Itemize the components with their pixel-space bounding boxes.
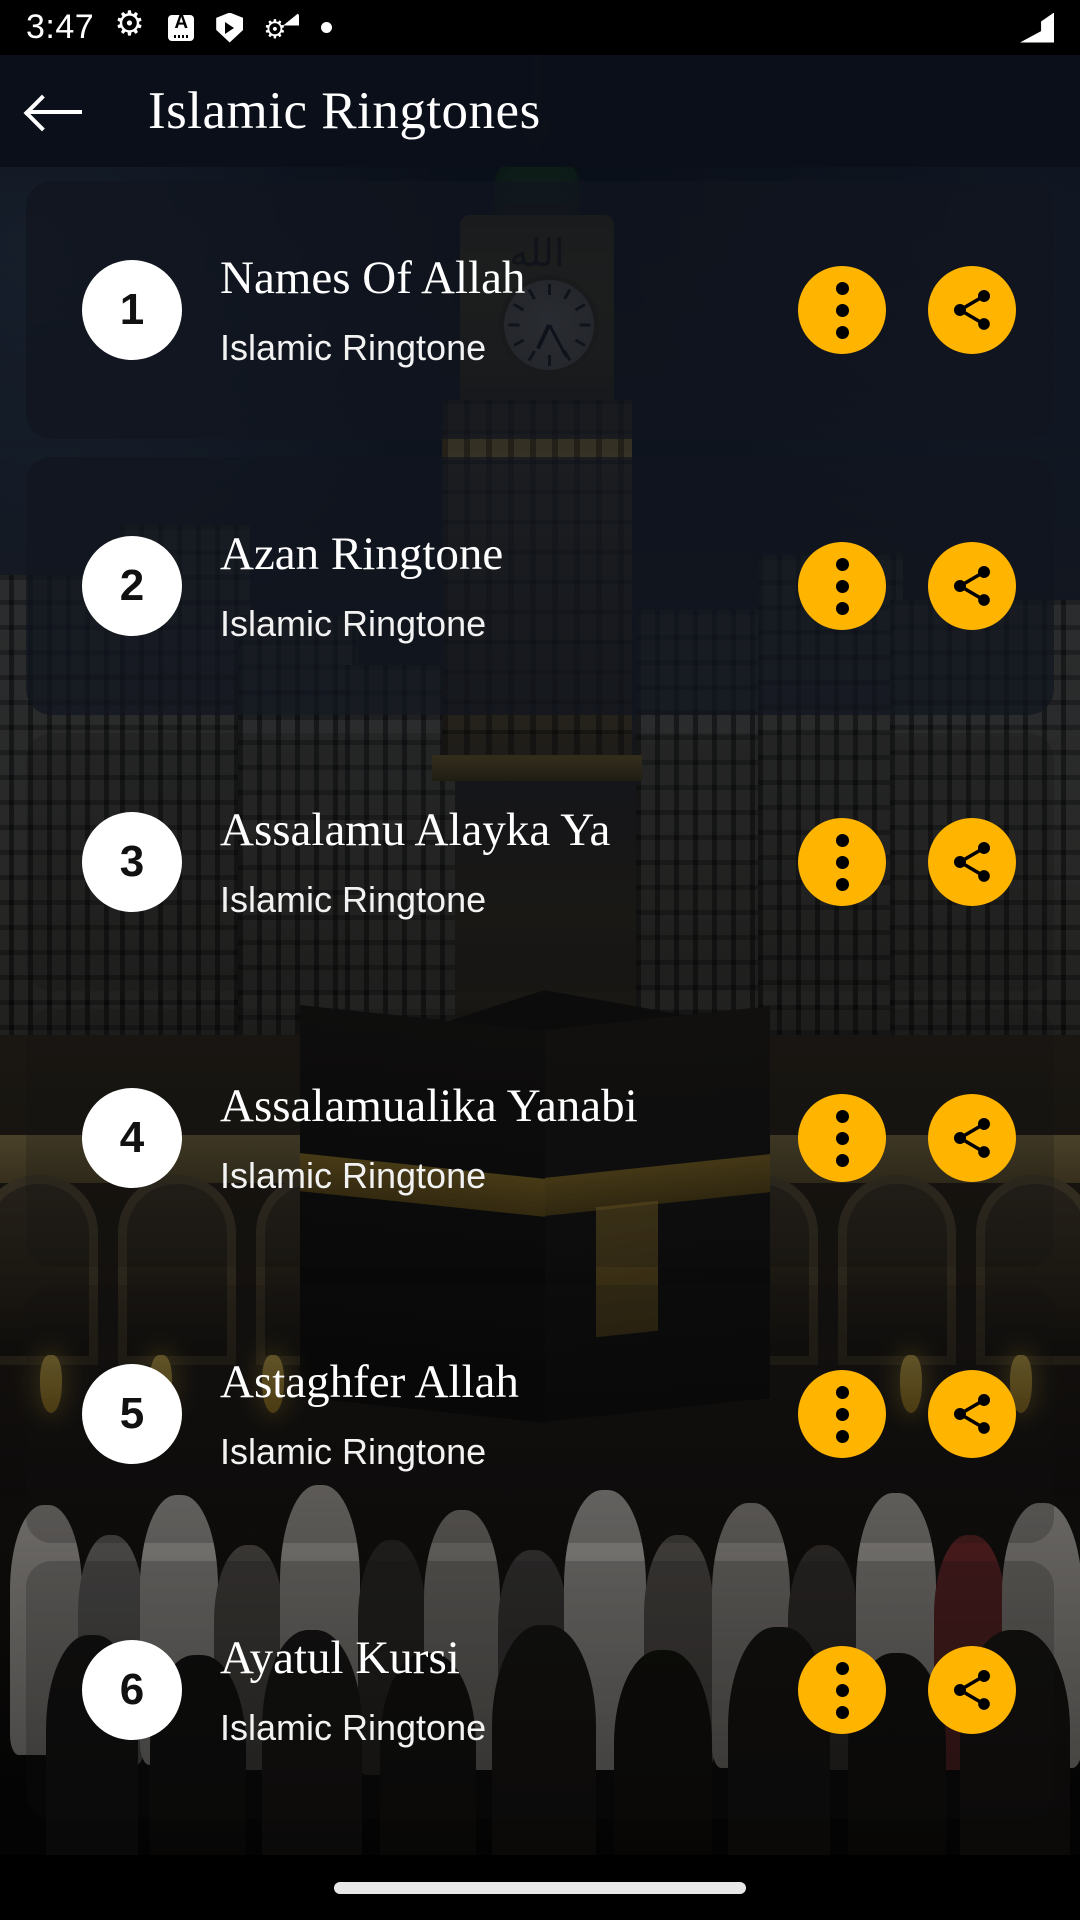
item-subtitle: Islamic Ringtone bbox=[220, 327, 487, 368]
gesture-home-pill[interactable] bbox=[334, 1881, 746, 1894]
item-title: Astaghfer Allah bbox=[220, 1356, 519, 1408]
share-icon bbox=[954, 290, 990, 330]
status-clock: 3:47 bbox=[26, 8, 95, 46]
item-number: 4 bbox=[119, 1113, 145, 1162]
item-title: Ayatul Kursi bbox=[220, 1632, 460, 1684]
share-button[interactable] bbox=[928, 266, 1016, 354]
list-item[interactable]: 5 Astaghfer Allah Islamic Ringtone bbox=[26, 1285, 1054, 1543]
more-vertical-icon bbox=[835, 1385, 849, 1443]
item-actions bbox=[798, 818, 1016, 906]
item-number-badge: 3 bbox=[82, 812, 182, 912]
share-icon bbox=[954, 566, 990, 606]
item-texts: Names Of Allah Islamic Ringtone bbox=[220, 251, 798, 369]
item-title: Azan Ringtone bbox=[220, 528, 504, 580]
item-number-badge: 2 bbox=[82, 536, 182, 636]
item-number: 1 bbox=[119, 285, 145, 334]
share-button[interactable] bbox=[928, 1094, 1016, 1182]
item-title: Assalamu Alayka Ya bbox=[220, 804, 611, 856]
share-icon bbox=[954, 1394, 990, 1434]
item-subtitle: Islamic Ringtone bbox=[220, 1707, 487, 1748]
item-texts: Assalamualika Yanabi Islamic Ringtone bbox=[220, 1079, 798, 1197]
more-options-button[interactable] bbox=[798, 818, 886, 906]
item-title: Assalamualika Yanabi bbox=[220, 1080, 638, 1132]
share-icon bbox=[954, 842, 990, 882]
more-options-button[interactable] bbox=[798, 542, 886, 630]
item-actions bbox=[798, 1646, 1016, 1734]
more-vertical-icon bbox=[835, 281, 849, 339]
list-item[interactable]: 3 Assalamu Alayka Ya Islamic Ringtone bbox=[26, 733, 1054, 991]
a-subtitles-icon bbox=[168, 12, 195, 41]
item-number-badge: 6 bbox=[82, 1640, 182, 1740]
item-texts: Astaghfer Allah Islamic Ringtone bbox=[220, 1355, 798, 1473]
signal-strength-icon bbox=[1020, 12, 1054, 43]
status-bar: 3:47 bbox=[0, 0, 1080, 55]
arrow-left-icon bbox=[28, 94, 82, 128]
item-number: 5 bbox=[119, 1389, 145, 1438]
share-button[interactable] bbox=[928, 542, 1016, 630]
more-options-button[interactable] bbox=[798, 266, 886, 354]
app-bar: Islamic Ringtones bbox=[0, 55, 1080, 167]
more-options-button[interactable] bbox=[798, 1094, 886, 1182]
dot-icon bbox=[321, 22, 333, 33]
more-vertical-icon bbox=[835, 557, 849, 615]
item-subtitle: Islamic Ringtone bbox=[220, 1431, 487, 1472]
page-title: Islamic Ringtones bbox=[148, 82, 541, 140]
item-texts: Azan Ringtone Islamic Ringtone bbox=[220, 527, 798, 645]
item-subtitle: Islamic Ringtone bbox=[220, 1155, 487, 1196]
item-number-badge: 1 bbox=[82, 260, 182, 360]
list-item[interactable]: 6 Ayatul Kursi Islamic Ringtone bbox=[26, 1561, 1054, 1819]
list-item[interactable]: 4 Assalamualika Yanabi Islamic Ringtone bbox=[26, 1009, 1054, 1267]
share-icon bbox=[954, 1670, 990, 1710]
item-subtitle: Islamic Ringtone bbox=[220, 603, 487, 644]
item-actions bbox=[798, 266, 1016, 354]
more-vertical-icon bbox=[835, 1109, 849, 1167]
item-actions bbox=[798, 542, 1016, 630]
share-button[interactable] bbox=[928, 818, 1016, 906]
share-button[interactable] bbox=[928, 1370, 1016, 1458]
item-number: 2 bbox=[119, 561, 145, 610]
more-options-button[interactable] bbox=[798, 1370, 886, 1458]
system-navigation-bar bbox=[0, 1855, 1080, 1920]
share-icon bbox=[954, 1118, 990, 1158]
app-screen: الله bbox=[0, 0, 1080, 1920]
item-texts: Ayatul Kursi Islamic Ringtone bbox=[220, 1631, 798, 1749]
share-button[interactable] bbox=[928, 1646, 1016, 1734]
more-vertical-icon bbox=[835, 1661, 849, 1719]
item-number-badge: 4 bbox=[82, 1088, 182, 1188]
item-number: 3 bbox=[119, 837, 145, 886]
item-actions bbox=[798, 1370, 1016, 1458]
more-options-button[interactable] bbox=[798, 1646, 886, 1734]
shield-play-icon bbox=[216, 12, 244, 43]
item-texts: Assalamu Alayka Ya Islamic Ringtone bbox=[220, 803, 798, 921]
list-item[interactable]: 1 Names Of Allah Islamic Ringtone bbox=[26, 181, 1054, 439]
gear-wifi-icon bbox=[263, 13, 299, 45]
item-number: 6 bbox=[119, 1665, 145, 1714]
list-item[interactable]: 2 Azan Ringtone Islamic Ringtone bbox=[26, 457, 1054, 715]
gear-icon bbox=[114, 9, 146, 43]
ringtone-list: 1 Names Of Allah Islamic Ringtone 2 Azan… bbox=[0, 167, 1080, 1855]
back-button[interactable] bbox=[0, 55, 110, 167]
item-number-badge: 5 bbox=[82, 1364, 182, 1464]
status-left-icons bbox=[114, 9, 333, 45]
item-title: Names Of Allah bbox=[220, 252, 526, 304]
item-actions bbox=[798, 1094, 1016, 1182]
item-subtitle: Islamic Ringtone bbox=[220, 879, 487, 920]
more-vertical-icon bbox=[835, 833, 849, 891]
